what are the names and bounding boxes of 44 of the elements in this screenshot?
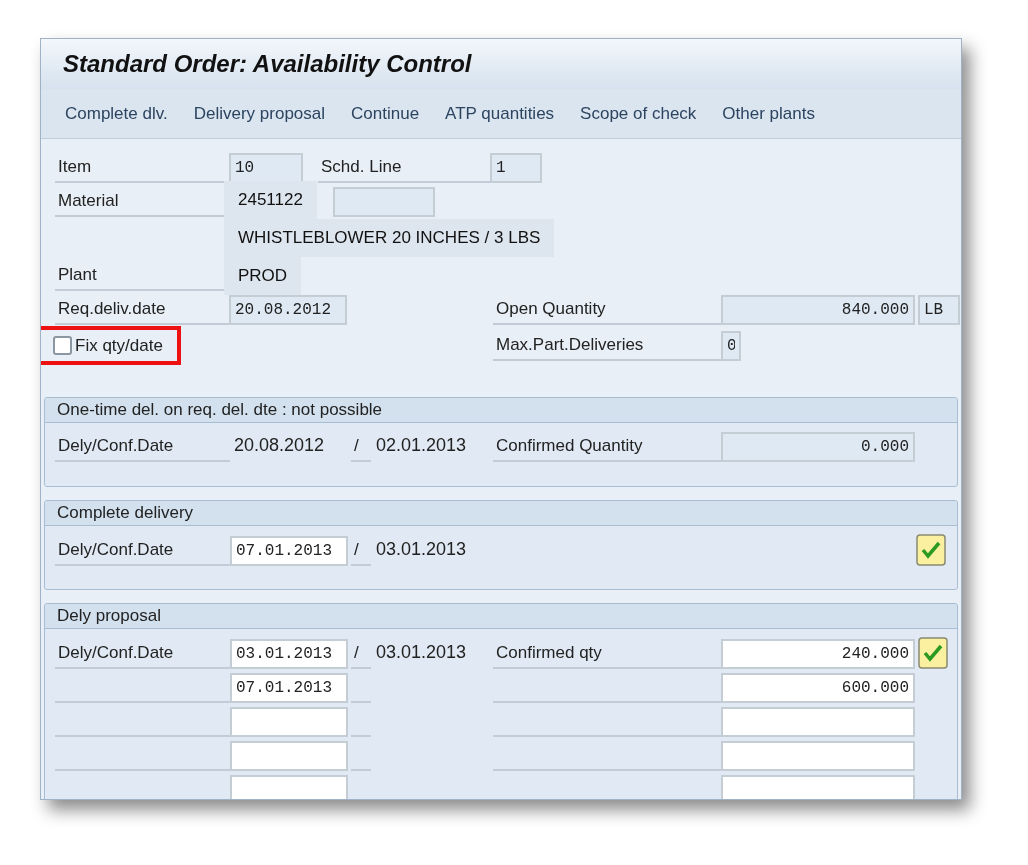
toolbar-button[interactable]: Delivery proposal bbox=[193, 100, 326, 127]
toolbar-button[interactable]: Other plants bbox=[722, 100, 815, 127]
input-field[interactable]: 240.000 bbox=[721, 639, 915, 669]
input-field[interactable]: 1 bbox=[490, 153, 542, 183]
input-field[interactable] bbox=[721, 707, 915, 737]
material-tooltip: 2451122 bbox=[224, 181, 317, 219]
input-field[interactable] bbox=[721, 741, 915, 771]
input-field[interactable] bbox=[230, 741, 348, 771]
field-label: / bbox=[351, 434, 371, 462]
input-field[interactable]: 600.000 bbox=[721, 673, 915, 703]
input-field[interactable]: 0.000 bbox=[721, 432, 915, 462]
fix-qty-date-option[interactable]: Fix qty/date bbox=[41, 329, 177, 361]
input-field[interactable]: LB bbox=[918, 295, 960, 325]
input-field[interactable] bbox=[721, 775, 915, 799]
date-text: 03.01.2013 bbox=[375, 538, 468, 561]
input-field[interactable]: 07.01.2013 bbox=[230, 673, 348, 703]
checkbox[interactable] bbox=[53, 335, 72, 355]
input-field[interactable]: 03.01.2013 bbox=[230, 639, 348, 669]
input-field[interactable]: 840.000 bbox=[721, 295, 915, 325]
toolbar-button[interactable]: Continue bbox=[351, 100, 420, 127]
input-field[interactable] bbox=[333, 187, 435, 217]
input-field[interactable]: 0 bbox=[721, 331, 741, 361]
input-field[interactable]: 07.01.2013 bbox=[230, 536, 348, 566]
input-field[interactable] bbox=[230, 707, 348, 737]
field-label: / bbox=[351, 538, 371, 566]
field-label: Dely/Conf.Date bbox=[55, 434, 230, 462]
date-text: 20.08.2012 bbox=[233, 434, 326, 457]
field-label: / bbox=[351, 641, 371, 669]
checkmark-button[interactable] bbox=[916, 534, 946, 566]
toolbar-button[interactable]: ATP quantities bbox=[445, 100, 555, 127]
input-field[interactable]: 10 bbox=[229, 153, 303, 183]
group-header: One-time del. on req. del. dte : not possible bbox=[45, 398, 957, 423]
date-text: 03.01.2013 bbox=[375, 641, 468, 664]
window-title: Standard Order: Availability Control bbox=[63, 49, 472, 79]
input-field[interactable] bbox=[230, 775, 348, 799]
input-field[interactable]: 20.08.2012 bbox=[229, 295, 347, 325]
group-header: Dely proposal bbox=[45, 604, 957, 629]
group-header: Complete delivery bbox=[45, 501, 957, 526]
date-text: 02.01.2013 bbox=[375, 434, 468, 457]
checkmark-button[interactable] bbox=[918, 637, 948, 669]
material-tooltip: WHISTLEBLOWER 20 INCHES / 3 LBS bbox=[224, 219, 555, 257]
toolbar-button[interactable]: Scope of check bbox=[580, 100, 697, 127]
material-tooltip: PROD bbox=[224, 257, 302, 295]
toolbar-button[interactable]: Complete dlv. bbox=[65, 100, 168, 127]
